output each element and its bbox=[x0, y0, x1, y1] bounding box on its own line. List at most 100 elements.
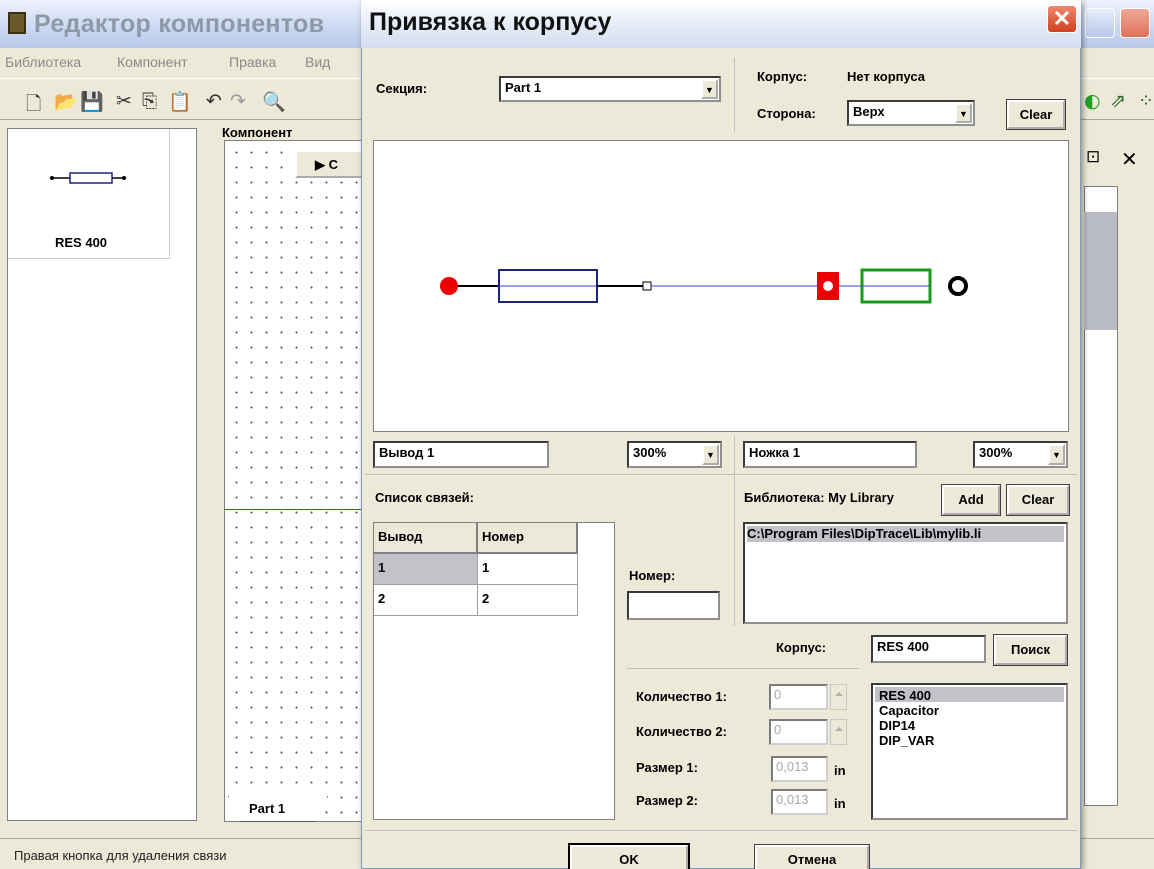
zoom-icon[interactable]: 🔍 bbox=[262, 90, 286, 113]
list-item[interactable]: RES 400 bbox=[879, 689, 931, 702]
preview-canvas[interactable] bbox=[373, 140, 1069, 432]
resistor-thumbnail-icon bbox=[50, 172, 126, 184]
number-field[interactable] bbox=[627, 591, 720, 620]
section-select[interactable]: Part 1 ▼ bbox=[499, 76, 721, 102]
menu-component[interactable]: Компонент bbox=[117, 54, 188, 70]
side-label: Сторона: bbox=[757, 106, 816, 121]
size1-label: Размер 1: bbox=[636, 760, 698, 775]
toolbar-route-icon[interactable]: ⇗ bbox=[1110, 90, 1126, 112]
library-list-item[interactable]: C:\Program Files\DipTrace\Lib\mylib.li bbox=[747, 526, 1064, 542]
list-item[interactable]: DIP14 bbox=[879, 719, 915, 732]
table-cell[interactable]: 2 bbox=[374, 585, 478, 616]
panel-close-icon[interactable]: ✕ bbox=[1121, 147, 1138, 172]
app-icon bbox=[8, 12, 26, 34]
pin-zoom-select[interactable]: 300% ▼ bbox=[627, 441, 722, 468]
library-label: Библиотека: My Library bbox=[744, 490, 894, 505]
component-area-label: Компонент bbox=[222, 125, 293, 140]
pad-hole bbox=[823, 281, 833, 291]
menu-edit[interactable]: Правка bbox=[229, 54, 276, 70]
toolbar-right-icon[interactable]: ◐ bbox=[1084, 90, 1101, 112]
side-select[interactable]: Верх ▼ bbox=[847, 100, 975, 126]
pin-name-field[interactable]: Вывод 1 bbox=[373, 441, 549, 468]
pkg-field[interactable]: RES 400 bbox=[871, 635, 986, 663]
dialog-close-button[interactable]: ✕ bbox=[1047, 5, 1077, 33]
count1-label: Количество 1: bbox=[636, 689, 727, 704]
section-select-value: Part 1 bbox=[505, 80, 542, 95]
clear-library-button[interactable]: Clear bbox=[1006, 484, 1070, 516]
connections-table[interactable]: Вывод Номер 1 1 2 2 bbox=[373, 522, 615, 820]
part-tab[interactable]: Part 1 bbox=[228, 796, 328, 822]
undo-icon[interactable]: ↶ bbox=[206, 90, 222, 112]
pin-end-marker[interactable] bbox=[642, 281, 652, 291]
count1-spinner[interactable] bbox=[830, 684, 847, 710]
pad-name-field[interactable]: Ножка 1 bbox=[743, 441, 917, 468]
new-file-icon[interactable]: 🗋 bbox=[26, 90, 41, 122]
component-card[interactable]: RES 400 bbox=[8, 129, 170, 259]
chevron-down-icon[interactable]: ▼ bbox=[701, 79, 718, 99]
component-canvas[interactable] bbox=[224, 140, 364, 822]
clear-side-button[interactable]: Clear bbox=[1006, 99, 1066, 130]
section-label: Секция: bbox=[376, 81, 428, 96]
package-value: Нет корпуса bbox=[847, 69, 926, 84]
cut-icon[interactable]: ✂ bbox=[116, 90, 132, 112]
size2-unit: in bbox=[834, 796, 846, 811]
size-separator bbox=[627, 668, 859, 670]
count1-field[interactable]: 0 bbox=[769, 684, 828, 710]
main-window-title: Редактор компонентов bbox=[34, 10, 325, 38]
copy-icon[interactable]: ⎘ bbox=[142, 90, 157, 112]
search-button[interactable]: Поиск bbox=[993, 634, 1068, 666]
chevron-down-icon[interactable]: ▼ bbox=[1048, 444, 1065, 465]
connections-label: Список связей: bbox=[375, 490, 474, 505]
library-list[interactable]: C:\Program Files\DipTrace\Lib\mylib.li bbox=[743, 522, 1068, 624]
side-select-value: Верх bbox=[853, 104, 885, 119]
table-header-pin[interactable]: Вывод bbox=[374, 523, 478, 554]
size2-label: Размер 2: bbox=[636, 793, 698, 808]
status-text: Правая кнопка для удаления связи bbox=[14, 848, 227, 863]
chevron-down-icon[interactable]: ▼ bbox=[955, 103, 972, 123]
open-folder-icon[interactable]: 📂 bbox=[54, 90, 78, 113]
list-item[interactable]: DIP_VAR bbox=[879, 734, 934, 747]
ok-button[interactable]: OK bbox=[568, 843, 690, 869]
count2-spinner[interactable] bbox=[830, 719, 847, 745]
restore-icon[interactable] bbox=[1085, 8, 1115, 38]
size1-field[interactable]: 0,013 bbox=[771, 756, 828, 782]
menu-library[interactable]: Библиотека bbox=[5, 54, 81, 70]
pad-circle[interactable] bbox=[948, 276, 968, 296]
table-cell[interactable]: 2 bbox=[478, 585, 578, 616]
preview-drawing bbox=[440, 268, 968, 304]
top-separator bbox=[734, 58, 736, 132]
panel-pin-icon[interactable]: ⊡ bbox=[1086, 147, 1100, 167]
cancel-button[interactable]: Отмена bbox=[754, 844, 870, 869]
size2-field[interactable]: 0,013 bbox=[771, 789, 828, 815]
table-cell[interactable]: 1 bbox=[478, 554, 578, 585]
right-panel-selection bbox=[1084, 212, 1117, 330]
table-cell[interactable]: 1 bbox=[374, 554, 478, 585]
pkg-label: Корпус: bbox=[776, 640, 827, 655]
horizontal-separator bbox=[365, 474, 1077, 476]
dialog-title: Привязка к корпусу bbox=[369, 8, 612, 36]
menu-view[interactable]: Вид bbox=[305, 54, 330, 70]
pad-zoom-value: 300% bbox=[979, 445, 1013, 460]
chevron-down-icon[interactable]: ▼ bbox=[702, 444, 719, 465]
table-header-number[interactable]: Номер bbox=[478, 523, 578, 554]
middle-separator bbox=[734, 436, 736, 626]
toolbar-grid-icon[interactable]: ⁘ bbox=[1138, 90, 1154, 112]
list-item[interactable]: Capacitor bbox=[879, 704, 939, 717]
add-library-button[interactable]: Add bbox=[941, 484, 1001, 516]
pin-zoom-value: 300% bbox=[633, 445, 667, 460]
canvas-divider-line bbox=[225, 509, 365, 510]
count2-label: Количество 2: bbox=[636, 724, 727, 739]
pad-zoom-select[interactable]: 300% ▼ bbox=[973, 441, 1068, 468]
save-icon[interactable]: 💾 bbox=[80, 90, 104, 113]
main-close-icon[interactable] bbox=[1120, 8, 1150, 38]
count2-field[interactable]: 0 bbox=[769, 719, 828, 745]
number-label: Номер: bbox=[629, 568, 676, 583]
size1-unit: in bbox=[834, 763, 846, 778]
package-list[interactable]: RES 400 Capacitor DIP14 DIP_VAR bbox=[871, 683, 1068, 820]
pin-dot[interactable] bbox=[440, 277, 458, 295]
redo-icon[interactable]: ↷ bbox=[230, 90, 246, 112]
canvas-mode-button[interactable]: ▶ С bbox=[295, 150, 363, 178]
bottom-separator bbox=[365, 830, 1077, 832]
paste-icon[interactable]: 📋 bbox=[168, 90, 192, 113]
package-label: Корпус: bbox=[757, 69, 808, 84]
